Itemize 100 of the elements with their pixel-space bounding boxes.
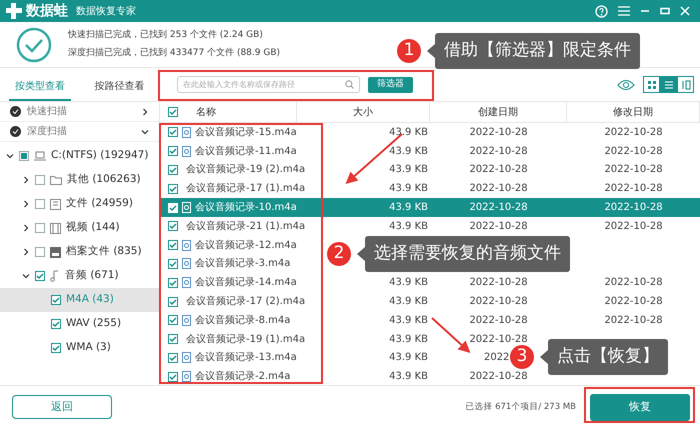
checkbox[interactable] (51, 343, 61, 353)
step-number: 3 (510, 344, 534, 369)
file-name: 会议音频记录-19 (2).m4a (186, 162, 306, 178)
menu-icon[interactable] (618, 6, 630, 16)
created-date: 2022-10-28 (469, 332, 528, 347)
checkbox[interactable] (51, 295, 61, 305)
search-input[interactable]: 在此处输入文件名称或保存路径 (183, 78, 345, 90)
checkbox[interactable] (168, 334, 178, 344)
file-name: 会议音频记录-14.m4a (195, 276, 297, 290)
checkbox[interactable] (35, 271, 45, 281)
audio-file-icon (182, 126, 191, 138)
created-date: 2022-10-28 (469, 144, 528, 159)
tree-item[interactable]: 音频 (671) (0, 264, 159, 288)
tree-label: WMA (3) (66, 340, 111, 356)
list-view-button[interactable] (660, 76, 677, 93)
column-header[interactable]: 创建日期 (478, 104, 518, 120)
chevron-right-icon[interactable] (22, 200, 30, 208)
modified-date: 2022-10-28 (604, 201, 663, 216)
chevron-down-icon[interactable] (6, 152, 14, 160)
file-name: 会议音频记录-17 (2).m4a (186, 294, 306, 310)
search-field[interactable]: 在此处输入文件名称或保存路径 (177, 76, 360, 93)
checkbox[interactable] (35, 199, 45, 209)
chevron-down-icon[interactable] (22, 272, 30, 280)
tree-label: 文件 (24959) (66, 196, 133, 212)
help-icon[interactable] (595, 4, 608, 18)
scan-status-text: 快速扫描已完成，已找到 253 个文件 (2.24 GB) (68, 28, 264, 42)
filter-button[interactable]: 筛选器 (368, 76, 413, 92)
checkbox[interactable] (168, 278, 178, 288)
column-header[interactable]: 修改日期 (613, 104, 653, 120)
eye-icon[interactable] (617, 78, 635, 90)
audio-file-icon (182, 240, 191, 251)
pointer-arrow (431, 317, 470, 354)
file-name: 会议音频记录-11.m4a (195, 144, 297, 159)
modified-date: 2022-10-28 (604, 220, 663, 234)
tree-item[interactable]: 档案文件 (835) (0, 240, 159, 264)
tree-item[interactable]: WMA (3) (0, 336, 159, 360)
scan-group-label: 快速扫描 (27, 104, 67, 119)
file-size: 43.9 KB (389, 351, 428, 366)
tree-item[interactable]: 文件 (24959) (0, 192, 159, 216)
scan-group-row[interactable]: 快速扫描 (0, 102, 159, 122)
created-date: 2022-10-28 (469, 126, 528, 140)
column-header[interactable]: 大小 (353, 104, 373, 120)
columns-view-button[interactable] (677, 76, 694, 93)
selected-file-row[interactable]: 会议音频记录-10.m4a 43.9 KB 2022-10-28 2022-10-28 (160, 198, 700, 217)
audio-file-icon (182, 314, 191, 326)
file-name: 会议音频记录-19 (1).m4a (186, 332, 306, 347)
tree-item[interactable]: 视频 (144) (0, 216, 159, 240)
created-date: 2022-10-28 (469, 314, 528, 328)
column-header[interactable]: 名称 (196, 104, 216, 120)
audio-file-icon (182, 202, 191, 214)
maximize-icon[interactable] (660, 6, 670, 16)
audio-file-icon (182, 258, 191, 270)
checkbox[interactable] (168, 296, 178, 307)
chevron-right-icon[interactable] (141, 108, 149, 116)
checkbox[interactable] (168, 372, 178, 382)
file-name: 会议音频记录-12.m4a (195, 238, 297, 253)
tree-label: 档案文件 (835) (66, 244, 142, 260)
document-icon (50, 198, 61, 210)
scan-group-row[interactable]: 深度扫描 (0, 122, 159, 142)
modified-date: 2022-10-28 (604, 182, 663, 196)
file-size: 43.9 KB (389, 314, 428, 328)
close-icon[interactable] (680, 6, 690, 16)
checkbox[interactable] (168, 315, 178, 326)
checkbox[interactable] (35, 175, 45, 185)
file-name: 会议音频记录-13.m4a (195, 350, 297, 366)
file-name: 会议音频记录-15.m4a (195, 126, 297, 140)
recover-button[interactable]: 恢复 (590, 394, 690, 420)
checkbox[interactable] (35, 247, 45, 257)
checkbox[interactable] (19, 151, 29, 161)
file-size: 43.9 KB (389, 295, 428, 310)
film-icon (50, 222, 61, 234)
view-tab[interactable]: 按路径查看 (88, 68, 150, 101)
checkbox[interactable] (168, 127, 178, 138)
audio-file-icon (182, 277, 191, 288)
checkbox[interactable] (168, 146, 178, 156)
checkbox[interactable] (168, 184, 178, 194)
audio-file-icon (182, 146, 191, 157)
checkbox[interactable] (168, 107, 178, 117)
checkbox[interactable] (168, 240, 178, 250)
file-name: 会议音频记录-2.m4a (195, 370, 290, 384)
back-button[interactable]: 返回 (12, 395, 112, 419)
checkbox[interactable] (168, 352, 178, 363)
file-size: 43.9 KB (389, 201, 428, 216)
chevron-right-icon[interactable] (22, 248, 30, 256)
grid-view-button[interactable] (643, 76, 660, 93)
tree-item[interactable]: WAV (255) (0, 312, 159, 336)
check-dot-icon (10, 106, 21, 117)
checkbox[interactable] (168, 221, 178, 232)
tree-item[interactable]: 其他 (106263) (0, 168, 159, 192)
checkbox[interactable] (168, 164, 178, 175)
checkbox[interactable] (35, 223, 45, 233)
file-name: 会议音频记录-21 (1).m4a (186, 220, 306, 234)
view-tab[interactable]: 按类型查看 (8, 68, 71, 101)
checkbox[interactable] (168, 258, 178, 269)
chevron-right-icon[interactable] (22, 176, 30, 184)
tree-item[interactable]: C:(NTFS) (192947) (0, 144, 159, 168)
checkbox[interactable] (51, 319, 61, 329)
search-icon (345, 80, 354, 89)
chevron-down-icon[interactable] (141, 128, 149, 136)
chevron-right-icon[interactable] (22, 224, 30, 232)
